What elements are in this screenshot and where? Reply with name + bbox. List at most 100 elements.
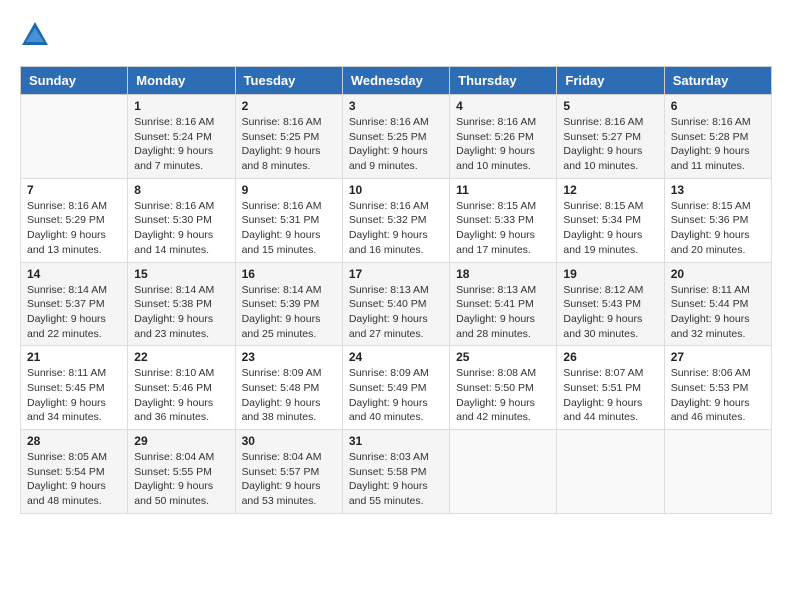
day-number: 6 [671, 99, 765, 113]
calendar-cell: 24 Sunrise: 8:09 AMSunset: 5:49 PMDayligh… [342, 346, 449, 430]
day-info: Sunrise: 8:08 AMSunset: 5:50 PMDaylight:… [456, 366, 550, 425]
day-number: 29 [134, 434, 228, 448]
calendar-cell: 30 Sunrise: 8:04 AMSunset: 5:57 PMDayligh… [235, 430, 342, 514]
calendar-cell: 16 Sunrise: 8:14 AMSunset: 5:39 PMDayligh… [235, 262, 342, 346]
calendar-cell: 19 Sunrise: 8:12 AMSunset: 5:43 PMDayligh… [557, 262, 664, 346]
calendar-cell: 23Sunrise: 8:09 AMSunset: 5:48 PMDayligh… [235, 346, 342, 430]
day-header-tuesday: Tuesday [235, 67, 342, 95]
day-info: Sunrise: 8:16 AMSunset: 5:25 PMDaylight:… [242, 115, 336, 174]
day-number: 11 [456, 183, 550, 197]
day-info: Sunrise: 8:05 AMSunset: 5:54 PMDaylight:… [27, 450, 121, 509]
calendar-cell [21, 95, 128, 179]
calendar-cell: 21 Sunrise: 8:11 AMSunset: 5:45 PMDayligh… [21, 346, 128, 430]
day-info: Sunrise: 8:16 AMSunset: 5:26 PMDaylight:… [456, 115, 550, 174]
day-number: 18 [456, 267, 550, 281]
calendar-cell: 13 Sunrise: 8:15 AMSunset: 5:36 PMDayligh… [664, 178, 771, 262]
day-number: 27 [671, 350, 765, 364]
calendar-week-row: 7 Sunrise: 8:16 AMSunset: 5:29 PMDaylight… [21, 178, 772, 262]
day-info: Sunrise: 8:16 AMSunset: 5:28 PMDaylight:… [671, 115, 765, 174]
day-info: Sunrise: 8:09 AMSunset: 5:49 PMDaylight:… [349, 366, 443, 425]
day-info: Sunrise: 8:16 AMSunset: 5:30 PMDaylight:… [134, 199, 228, 258]
day-info: Sunrise: 8:16 AMSunset: 5:29 PMDaylight:… [27, 199, 121, 258]
calendar-cell: 9Sunrise: 8:16 AMSunset: 5:31 PMDaylight… [235, 178, 342, 262]
day-number: 7 [27, 183, 121, 197]
day-number: 14 [27, 267, 121, 281]
calendar-cell: 25 Sunrise: 8:08 AMSunset: 5:50 PMDayligh… [450, 346, 557, 430]
day-number: 4 [456, 99, 550, 113]
calendar-cell: 28 Sunrise: 8:05 AMSunset: 5:54 PMDayligh… [21, 430, 128, 514]
calendar-cell: 8 Sunrise: 8:16 AMSunset: 5:30 PMDaylight… [128, 178, 235, 262]
day-number: 26 [563, 350, 657, 364]
day-number: 25 [456, 350, 550, 364]
day-info: Sunrise: 8:14 AMSunset: 5:39 PMDaylight:… [242, 283, 336, 342]
calendar-cell: 6 Sunrise: 8:16 AMSunset: 5:28 PMDaylight… [664, 95, 771, 179]
day-number: 8 [134, 183, 228, 197]
calendar-cell: 11 Sunrise: 8:15 AMSunset: 5:33 PMDayligh… [450, 178, 557, 262]
calendar-cell: 15 Sunrise: 8:14 AMSunset: 5:38 PMDayligh… [128, 262, 235, 346]
calendar-cell: 14 Sunrise: 8:14 AMSunset: 5:37 PMDayligh… [21, 262, 128, 346]
day-number: 5 [563, 99, 657, 113]
day-info: Sunrise: 8:04 AMSunset: 5:57 PMDaylight:… [242, 450, 336, 509]
calendar-cell: 4 Sunrise: 8:16 AMSunset: 5:26 PMDaylight… [450, 95, 557, 179]
day-info: Sunrise: 8:14 AMSunset: 5:38 PMDaylight:… [134, 283, 228, 342]
calendar-cell [450, 430, 557, 514]
day-info: Sunrise: 8:13 AMSunset: 5:40 PMDaylight:… [349, 283, 443, 342]
day-number: 30 [242, 434, 336, 448]
calendar-cell: 18 Sunrise: 8:13 AMSunset: 5:41 PMDayligh… [450, 262, 557, 346]
day-number: 12 [563, 183, 657, 197]
calendar-header-row: SundayMondayTuesdayWednesdayThursdayFrid… [21, 67, 772, 95]
day-info: Sunrise: 8:06 AMSunset: 5:53 PMDaylight:… [671, 366, 765, 425]
day-info: Sunrise: 8:15 AMSunset: 5:34 PMDaylight:… [563, 199, 657, 258]
calendar-cell: 27 Sunrise: 8:06 AMSunset: 5:53 PMDayligh… [664, 346, 771, 430]
day-number: 17 [349, 267, 443, 281]
calendar-week-row: 21 Sunrise: 8:11 AMSunset: 5:45 PMDayligh… [21, 346, 772, 430]
day-number: 22 [134, 350, 228, 364]
day-info: Sunrise: 8:11 AMSunset: 5:44 PMDaylight:… [671, 283, 765, 342]
calendar-cell [664, 430, 771, 514]
page-header [20, 20, 772, 50]
day-number: 2 [242, 99, 336, 113]
day-number: 24 [349, 350, 443, 364]
calendar-cell: 22Sunrise: 8:10 AMSunset: 5:46 PMDayligh… [128, 346, 235, 430]
calendar-cell: 31Sunrise: 8:03 AMSunset: 5:58 PMDayligh… [342, 430, 449, 514]
day-number: 21 [27, 350, 121, 364]
day-number: 16 [242, 267, 336, 281]
day-info: Sunrise: 8:15 AMSunset: 5:36 PMDaylight:… [671, 199, 765, 258]
day-number: 15 [134, 267, 228, 281]
calendar-cell: 26 Sunrise: 8:07 AMSunset: 5:51 PMDayligh… [557, 346, 664, 430]
calendar-cell: 1 Sunrise: 8:16 AMSunset: 5:24 PMDaylight… [128, 95, 235, 179]
calendar-week-row: 14 Sunrise: 8:14 AMSunset: 5:37 PMDayligh… [21, 262, 772, 346]
day-number: 13 [671, 183, 765, 197]
day-info: Sunrise: 8:16 AMSunset: 5:25 PMDaylight:… [349, 115, 443, 174]
calendar-cell: 29Sunrise: 8:04 AMSunset: 5:55 PMDayligh… [128, 430, 235, 514]
logo [20, 20, 54, 50]
day-header-monday: Monday [128, 67, 235, 95]
day-info: Sunrise: 8:07 AMSunset: 5:51 PMDaylight:… [563, 366, 657, 425]
day-header-wednesday: Wednesday [342, 67, 449, 95]
day-header-saturday: Saturday [664, 67, 771, 95]
day-info: Sunrise: 8:16 AMSunset: 5:24 PMDaylight:… [134, 115, 228, 174]
day-header-thursday: Thursday [450, 67, 557, 95]
calendar-week-row: 28 Sunrise: 8:05 AMSunset: 5:54 PMDayligh… [21, 430, 772, 514]
day-info: Sunrise: 8:15 AMSunset: 5:33 PMDaylight:… [456, 199, 550, 258]
day-info: Sunrise: 8:11 AMSunset: 5:45 PMDaylight:… [27, 366, 121, 425]
day-info: Sunrise: 8:13 AMSunset: 5:41 PMDaylight:… [456, 283, 550, 342]
day-info: Sunrise: 8:09 AMSunset: 5:48 PMDaylight:… [242, 366, 336, 425]
calendar-cell: 12 Sunrise: 8:15 AMSunset: 5:34 PMDayligh… [557, 178, 664, 262]
calendar-cell: 20Sunrise: 8:11 AMSunset: 5:44 PMDayligh… [664, 262, 771, 346]
day-number: 3 [349, 99, 443, 113]
day-number: 31 [349, 434, 443, 448]
calendar-cell: 17 Sunrise: 8:13 AMSunset: 5:40 PMDayligh… [342, 262, 449, 346]
calendar-cell: 5Sunrise: 8:16 AMSunset: 5:27 PMDaylight… [557, 95, 664, 179]
calendar-cell: 2 Sunrise: 8:16 AMSunset: 5:25 PMDaylight… [235, 95, 342, 179]
day-number: 28 [27, 434, 121, 448]
calendar-cell: 7 Sunrise: 8:16 AMSunset: 5:29 PMDaylight… [21, 178, 128, 262]
day-info: Sunrise: 8:14 AMSunset: 5:37 PMDaylight:… [27, 283, 121, 342]
calendar-cell: 10 Sunrise: 8:16 AMSunset: 5:32 PMDayligh… [342, 178, 449, 262]
day-number: 10 [349, 183, 443, 197]
day-info: Sunrise: 8:12 AMSunset: 5:43 PMDaylight:… [563, 283, 657, 342]
calendar-week-row: 1 Sunrise: 8:16 AMSunset: 5:24 PMDaylight… [21, 95, 772, 179]
day-number: 1 [134, 99, 228, 113]
day-number: 19 [563, 267, 657, 281]
day-info: Sunrise: 8:16 AMSunset: 5:32 PMDaylight:… [349, 199, 443, 258]
